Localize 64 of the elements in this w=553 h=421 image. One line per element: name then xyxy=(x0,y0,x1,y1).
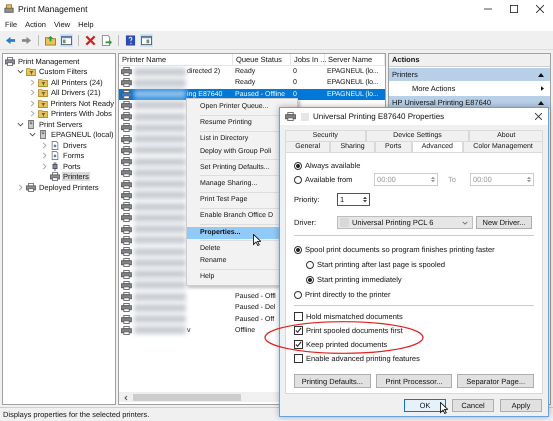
show-tree-icon[interactable] xyxy=(60,34,73,46)
expand-chevron-icon[interactable] xyxy=(41,162,48,170)
radio-circle[interactable] xyxy=(306,276,314,284)
collapse-triangle-icon[interactable] xyxy=(538,72,544,76)
checkbox-square[interactable] xyxy=(294,312,303,320)
maximize-icon[interactable] xyxy=(510,5,518,13)
collapse-chevron-icon[interactable] xyxy=(29,131,36,138)
expand-chevron-icon[interactable] xyxy=(41,152,48,160)
checkbox-square[interactable] xyxy=(294,354,303,362)
filter-folder-icon xyxy=(26,67,36,76)
expand-chevron-icon[interactable] xyxy=(17,184,24,191)
expand-chevron-icon[interactable] xyxy=(29,89,36,96)
plug-icon xyxy=(50,162,60,171)
delete-icon[interactable] xyxy=(84,34,97,46)
radio-circle[interactable] xyxy=(294,246,302,254)
app-icon xyxy=(4,4,14,14)
expand-chevron-icon[interactable] xyxy=(29,110,36,118)
blurred-text xyxy=(134,90,186,98)
blurred-text xyxy=(134,326,186,334)
filter-folder-icon xyxy=(38,78,48,87)
expand-chevron-icon[interactable] xyxy=(29,100,36,107)
blurred-text xyxy=(301,112,309,120)
scrollbar-thumb[interactable] xyxy=(133,394,241,401)
blurred-text xyxy=(134,78,186,87)
show-action-pane-icon[interactable] xyxy=(140,34,153,46)
export-icon[interactable] xyxy=(100,34,113,46)
collapse-chevron-icon[interactable] xyxy=(17,68,24,76)
scroll-left-icon[interactable] xyxy=(123,394,129,400)
printer-icon xyxy=(50,172,60,182)
collapse-chevron-icon[interactable] xyxy=(17,120,24,128)
server-icon xyxy=(38,130,48,140)
checkbox-square[interactable] xyxy=(294,326,303,334)
document-icon xyxy=(50,151,60,160)
radio-circle[interactable] xyxy=(294,176,302,184)
server-icon xyxy=(26,120,36,129)
blurred-text xyxy=(134,315,186,324)
radio-circle[interactable] xyxy=(294,162,302,170)
radio-circle[interactable] xyxy=(306,260,314,268)
filter-folder-icon xyxy=(38,88,48,98)
close-icon[interactable] xyxy=(535,113,542,120)
submenu-arrow-icon xyxy=(541,86,544,90)
document-icon xyxy=(50,140,60,150)
expand-chevron-icon[interactable] xyxy=(41,142,48,149)
up-folder-icon[interactable] xyxy=(44,34,57,46)
printer-icon xyxy=(5,56,15,66)
dialog-title: Universal Printing E87640 Properties xyxy=(313,112,444,121)
expand-chevron-icon[interactable] xyxy=(29,78,36,86)
printer-icon xyxy=(26,182,36,192)
blurred-text xyxy=(134,68,186,76)
checkbox-square[interactable] xyxy=(294,340,303,348)
filter-folder-icon xyxy=(38,98,48,108)
mouse-cursor-icon xyxy=(440,402,448,414)
collapse-triangle-icon[interactable] xyxy=(538,100,544,104)
window-title: Print Management xyxy=(18,4,88,14)
spin-up-icon[interactable] xyxy=(363,196,367,199)
blurred-text xyxy=(134,292,186,301)
close-icon[interactable] xyxy=(536,5,544,13)
printer-icon xyxy=(285,112,296,121)
filter-folder-icon xyxy=(38,109,48,118)
radio-circle[interactable] xyxy=(294,290,302,298)
blurred-text xyxy=(134,304,186,312)
mouse-cursor-icon xyxy=(253,234,261,246)
spin-down-icon[interactable] xyxy=(363,200,367,203)
help-icon[interactable] xyxy=(124,34,137,46)
